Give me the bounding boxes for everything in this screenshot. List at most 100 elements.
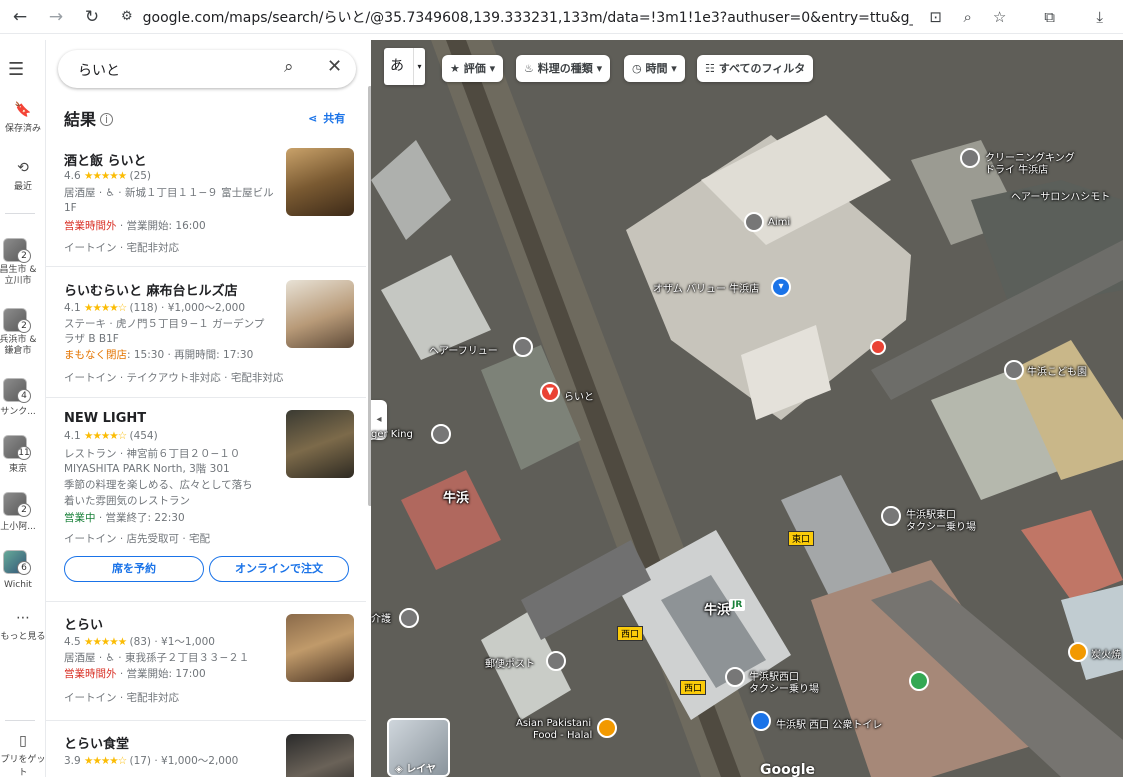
review-count: (454) — [129, 430, 158, 442]
rating-stars: ★★★★★ — [84, 636, 127, 648]
rail-list-thumb[interactable]: 11 — [3, 435, 31, 460]
hours-line: 営業時間外 · 営業開始: 16:00 — [64, 218, 206, 233]
install-app-icon[interactable]: ⊡ — [925, 8, 947, 26]
history-icon: ⟲ — [17, 160, 29, 176]
restaurant-icon[interactable] — [597, 718, 617, 738]
chevron-down-icon[interactable]: ▾ — [413, 48, 425, 85]
extensions-icon[interactable]: ⧉ — [1039, 8, 1061, 26]
star-icon: ★ — [450, 62, 460, 75]
shopping-cart-icon[interactable]: ▾ — [771, 277, 791, 297]
search-icon[interactable]: ⌕ — [284, 57, 294, 77]
place-photo[interactable] — [286, 148, 354, 216]
map-label[interactable]: ヘアーフリュー — [429, 342, 498, 357]
forward-icon[interactable]: → — [45, 7, 67, 27]
address-bar[interactable]: google.com/maps/search/らいと/@35.7349608,1… — [143, 7, 913, 27]
reserve-button[interactable]: 席を予約 — [64, 556, 204, 582]
place-pin[interactable] — [513, 337, 533, 357]
map-label[interactable]: タクシー乗り場 — [906, 518, 976, 533]
place-pin[interactable] — [881, 506, 901, 526]
store-icon[interactable] — [870, 339, 886, 355]
list-count: 2 — [17, 319, 31, 333]
rating-stars: ★★★★★ — [84, 170, 127, 182]
place-photo[interactable] — [286, 734, 354, 777]
map-label[interactable]: 介護 — [371, 610, 391, 625]
result-card[interactable]: とらい食堂 3.9 ★★★★☆ (17) · ¥1,000〜2,000 — [46, 721, 366, 777]
list-count: 11 — [17, 446, 31, 460]
place-pin[interactable] — [725, 667, 745, 687]
map-label[interactable]: ヘアーサロンハシモト — [1011, 188, 1110, 203]
menu-icon[interactable]: ☰ — [8, 59, 24, 80]
order-online-button[interactable]: オンラインで注文 — [209, 556, 349, 582]
rail-recent[interactable]: ⟲ 最近 — [0, 160, 46, 192]
share-button[interactable]: ⋖ 共有 — [308, 110, 345, 126]
rail-list-thumb[interactable]: 2 — [3, 238, 31, 263]
map-label[interactable]: オザム バリュー 牛浜店 — [653, 280, 759, 295]
hours-line: 営業中 · 営業終了: 22:30 — [64, 510, 185, 525]
result-card[interactable]: らいむらいと 麻布台ヒルズ店 4.1 ★★★★☆ (118) · ¥1,000〜… — [46, 267, 366, 398]
more-dots-icon: ⋯ — [16, 610, 30, 626]
place-name[interactable]: 酒と飯 らいと — [64, 150, 147, 169]
share-icon: ⋖ — [308, 112, 318, 125]
place-name[interactable]: とらい — [64, 614, 103, 633]
rail-get-app[interactable]: ▯ プリをゲット — [0, 733, 46, 778]
rail-list-thumb[interactable]: 2 — [3, 492, 31, 517]
result-card[interactable]: NEW LIGHT 4.1 ★★★★☆ (454) レストラン · 神宮前６丁目… — [46, 398, 366, 602]
station-label[interactable]: 牛浜 — [704, 599, 730, 618]
layers-button[interactable]: ◈ レイヤ — [387, 718, 450, 777]
map-label[interactable]: 牛浜こども園 — [1027, 363, 1087, 378]
result-card[interactable]: 酒と飯 らいと 4.6 ★★★★★ (25) 居酒屋 · ♿ · 新城１丁目１１… — [46, 137, 366, 267]
place-photo[interactable] — [286, 614, 354, 682]
back-icon[interactable]: ← — [9, 7, 31, 27]
school-icon[interactable] — [1004, 360, 1024, 380]
rail-list-label: Wichit — [4, 580, 32, 590]
open-status: まもなく閉店 — [64, 349, 127, 361]
map-label[interactable]: ger King — [371, 429, 413, 440]
restaurant-icon[interactable] — [1068, 642, 1088, 662]
place-name[interactable]: NEW LIGHT — [64, 411, 146, 426]
place-name[interactable]: とらい食堂 — [64, 733, 129, 752]
rating-stars: ★★★★☆ — [84, 302, 127, 314]
result-card[interactable]: とらい 4.5 ★★★★★ (83) · ¥1〜1,000 居酒屋 · ♿ · … — [46, 602, 366, 721]
map-label[interactable]: Aimi — [768, 217, 790, 228]
map-label[interactable]: 郵便ポスト — [485, 655, 535, 670]
rail-saved[interactable]: 🔖 保存済み — [0, 102, 46, 134]
selected-place-pin[interactable]: ▼ — [540, 382, 560, 402]
filter-chip-hours[interactable]: ◷ 時間 ▾ — [624, 55, 685, 82]
satellite-map[interactable]: あ ▾ ★ 評価 ▾ ♨ 料理の種類 ▾ ◷ 時間 ▾ ☷ すべてのフィルタ ◂ … — [371, 40, 1123, 777]
rail-list-thumb[interactable]: 2 — [3, 308, 31, 333]
transit-icon[interactable] — [909, 671, 929, 691]
info-icon[interactable]: i — [100, 113, 114, 126]
map-label[interactable]: タクシー乗り場 — [749, 680, 819, 695]
map-label[interactable]: Food - Halal — [533, 730, 592, 741]
rail-divider — [5, 213, 35, 214]
place-name[interactable]: らいむらいと 麻布台ヒルズ店 — [64, 280, 238, 299]
place-photo[interactable] — [286, 410, 354, 478]
close-icon[interactable]: ✕ — [327, 56, 342, 77]
map-label[interactable]: らいと — [564, 388, 594, 403]
map-label[interactable]: ドライ 牛浜店 — [985, 161, 1048, 176]
map-label[interactable]: 牛浜駅 西口 公衆トイレ — [776, 716, 882, 731]
rail-more[interactable]: ⋯ もっと見る — [0, 610, 46, 642]
filter-chip-all[interactable]: ☷ すべてのフィルタ — [697, 55, 814, 82]
map-label[interactable]: Asian Pakistani — [516, 718, 591, 729]
search-input[interactable]: らいと — [78, 60, 120, 80]
download-icon[interactable]: ⤓ — [1089, 8, 1111, 26]
place-pin[interactable] — [431, 424, 451, 444]
search-box[interactable]: らいと ⌕ ✕ — [58, 50, 356, 88]
restroom-icon[interactable] — [751, 711, 771, 731]
rail-list-thumb[interactable]: 6 — [3, 550, 31, 575]
rail-list-thumb[interactable]: 4 — [3, 378, 31, 403]
place-pin[interactable] — [399, 608, 419, 628]
map-label[interactable]: 炭火焼 — [1091, 646, 1121, 661]
site-info-icon[interactable]: ⚙ — [121, 9, 133, 24]
language-toggle[interactable]: あ ▾ — [384, 48, 425, 85]
zoom-icon[interactable]: ⌕ — [957, 8, 979, 26]
mailbox-icon[interactable] — [546, 651, 566, 671]
reload-icon[interactable]: ↻ — [81, 7, 103, 27]
place-photo[interactable] — [286, 280, 354, 348]
place-pin[interactable] — [960, 148, 980, 168]
filter-chip-cuisine[interactable]: ♨ 料理の種類 ▾ — [516, 55, 611, 82]
place-pin[interactable] — [744, 212, 764, 232]
filter-chip-rating[interactable]: ★ 評価 ▾ — [442, 55, 504, 82]
bookmark-star-icon[interactable]: ☆ — [989, 8, 1011, 26]
